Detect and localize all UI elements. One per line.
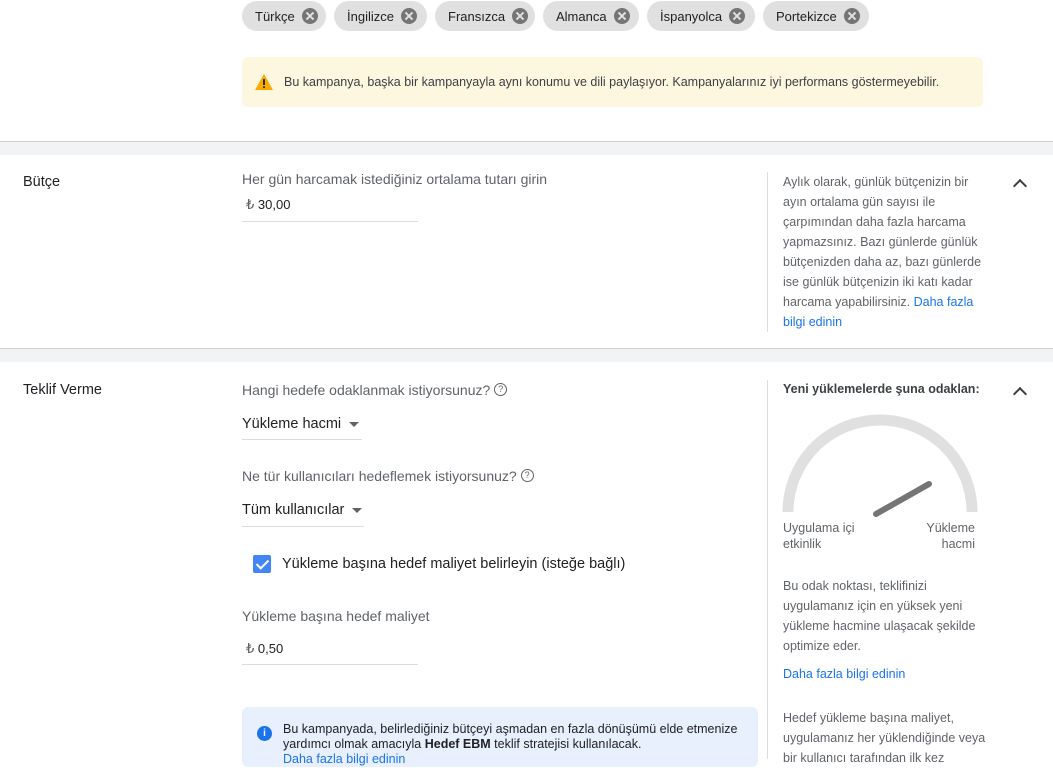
checkbox-label: Yükleme başına hedef maliyet belirleyin … — [282, 556, 626, 572]
warning-icon — [255, 74, 273, 90]
info-text: Bu kampanyada, belirlediğiniz bütçeyi aş… — [283, 722, 743, 767]
info-banner: i Bu kampanyada, belirlediğiniz bütçeyi … — [242, 707, 758, 767]
focus-dropdown-value: Yükleme hacmi — [242, 416, 342, 432]
warning-banner: Bu kampanya, başka bir kampanyayla aynı … — [242, 57, 983, 107]
remove-chip-icon[interactable] — [729, 8, 746, 24]
chip-label: Portekizce — [776, 8, 837, 24]
users-question: Ne tür kullanıcıları hedeflemek istiyors… — [242, 468, 534, 484]
currency-symbol: ₺ — [246, 641, 255, 656]
budget-value: 30,00 — [257, 197, 291, 212]
target-cost-checkbox[interactable] — [253, 555, 271, 573]
chip-label: Türkçe — [255, 8, 295, 24]
info-bold-text: Hedef EBM — [424, 737, 491, 751]
target-cost-label: Yükleme başına hedef maliyet — [242, 608, 430, 624]
help-question-icon[interactable]: ? — [494, 383, 508, 396]
chip-label: İngilizce — [347, 8, 394, 24]
section-divider — [0, 348, 1053, 362]
budget-help-text: Aylık olarak, günlük bütçenizin bir ayın… — [783, 175, 982, 309]
bidding-section-title: Teklif Verme — [23, 382, 102, 398]
help-divider — [767, 380, 768, 759]
budget-input-underline — [242, 221, 418, 222]
language-chip[interactable]: İspanyolca — [647, 1, 755, 31]
chip-label: İspanyolca — [660, 8, 723, 24]
users-dropdown-underline — [242, 526, 364, 527]
language-chip[interactable]: İngilizce — [334, 1, 427, 31]
collapse-budget-chevron-up-icon[interactable] — [1012, 178, 1028, 194]
budget-input[interactable]: ₺ 30,00 — [246, 197, 290, 213]
focus-question-text: Hangi hedefe odaklanmak istiyorsunuz? — [242, 382, 491, 398]
remove-chip-icon[interactable] — [843, 8, 860, 24]
language-chip[interactable]: Portekizce — [763, 1, 869, 31]
side-panel-text-2: Hedef yükleme başına maliyet, uygulamanı… — [783, 711, 986, 765]
remove-chip-icon[interactable] — [301, 8, 318, 24]
side-panel-text: Bu odak noktası, teklifinizi uygulamanız… — [783, 579, 976, 653]
gauge-left-label: Uygulama içi etkinlik — [783, 521, 855, 551]
dropdown-arrow-icon — [349, 421, 360, 427]
remove-chip-icon[interactable] — [613, 8, 630, 24]
info-icon: i — [257, 726, 272, 741]
target-cost-input[interactable]: ₺ 0,50 — [246, 641, 283, 657]
focus-question: Hangi hedefe odaklanmak istiyorsunuz?? — [242, 382, 508, 398]
chip-label: Fransızca — [448, 8, 506, 24]
target-cost-underline — [242, 664, 418, 665]
help-question-icon[interactable]: ? — [520, 469, 534, 482]
language-chip[interactable]: Fransızca — [435, 1, 535, 31]
side-panel-link[interactable]: Daha fazla bilgi edinin — [783, 664, 905, 684]
gauge-right-label: Yükleme hacmi — [926, 521, 975, 551]
info-text-part: teklif stratejisi kullanılacak. — [490, 737, 642, 751]
language-chip[interactable]: Almanca — [543, 1, 639, 31]
section-divider — [0, 141, 1053, 155]
users-dropdown[interactable]: Tüm kullanıcılar — [242, 502, 363, 518]
collapse-bidding-chevron-up-icon[interactable] — [1012, 386, 1028, 402]
help-divider — [767, 172, 768, 332]
warning-text: Bu kampanya, başka bir kampanyayla aynı … — [284, 75, 940, 89]
remove-chip-icon[interactable] — [400, 8, 417, 24]
budget-help: Aylık olarak, günlük bütçenizin bir ayın… — [783, 172, 995, 332]
remove-chip-icon[interactable] — [512, 8, 529, 24]
side-panel-title: Yeni yüklemelerde şuna odaklan: — [783, 382, 980, 396]
chip-label: Almanca — [556, 8, 607, 24]
info-link[interactable]: Daha fazla bilgi edinin — [283, 752, 405, 766]
users-question-text: Ne tür kullanıcıları hedeflemek istiyors… — [242, 468, 517, 484]
focus-gauge — [782, 414, 978, 517]
dropdown-arrow-icon — [352, 507, 363, 513]
gauge-needle — [873, 481, 932, 517]
focus-dropdown-underline — [242, 439, 362, 440]
currency-symbol: ₺ — [246, 197, 255, 212]
budget-prompt: Her gün harcamak istediğiniz ortalama tu… — [242, 171, 548, 187]
target-cost-value: 0,50 — [257, 641, 284, 656]
focus-dropdown[interactable]: Yükleme hacmi — [242, 416, 360, 432]
users-dropdown-value: Tüm kullanıcılar — [242, 502, 345, 518]
budget-section-title: Bütçe — [23, 174, 61, 190]
language-chip[interactable]: Türkçe — [242, 1, 326, 31]
